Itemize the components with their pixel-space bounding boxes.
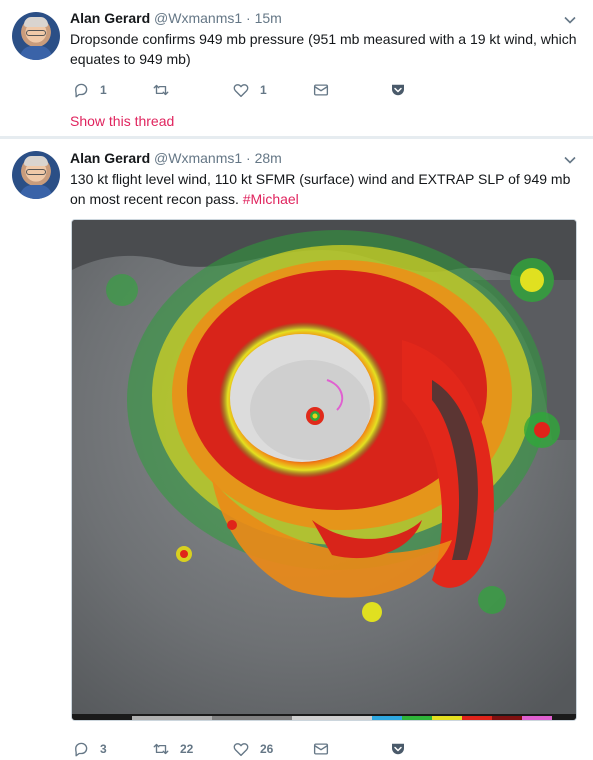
timestamp[interactable]: 28m xyxy=(255,150,282,166)
author-handle[interactable]: @Wxmanms1 xyxy=(154,150,242,166)
author-name[interactable]: Alan Gerard xyxy=(70,10,150,26)
like-icon xyxy=(233,743,249,757)
tweet-header: Alan Gerard @Wxmanms1 · 28m xyxy=(70,148,282,168)
pocket-icon xyxy=(392,743,404,755)
hurricane-satellite-image xyxy=(72,220,576,720)
hashtag-link[interactable]: #Michael xyxy=(243,191,299,207)
direct-message-button[interactable] xyxy=(312,739,340,759)
pocket-button[interactable] xyxy=(389,80,417,100)
like-count: 1 xyxy=(260,83,267,97)
direct-message-icon xyxy=(313,84,329,96)
tweet-actions: 3 22 26 xyxy=(70,739,490,759)
direct-message-icon xyxy=(313,743,329,755)
author-handle[interactable]: @Wxmanms1 xyxy=(154,10,242,26)
tweet-1[interactable]: Alan Gerard @Wxmanms1 · 15m Dropsonde co… xyxy=(0,0,593,137)
like-button[interactable]: 26 xyxy=(232,739,273,759)
retweet-button[interactable] xyxy=(152,80,180,100)
tweet-text: 130 kt flight level wind, 110 kt SFMR (s… xyxy=(70,169,582,209)
author-name[interactable]: Alan Gerard xyxy=(70,150,150,166)
pocket-icon xyxy=(392,84,404,96)
like-count: 26 xyxy=(260,742,274,756)
tweet-text: Dropsonde confirms 949 mb pressure (951 … xyxy=(70,31,577,67)
pocket-button[interactable] xyxy=(389,739,417,759)
reply-icon xyxy=(75,83,88,98)
satellite-image[interactable] xyxy=(71,219,577,721)
reply-button[interactable]: 3 xyxy=(72,739,107,759)
separator-dot: · xyxy=(246,10,251,26)
tweet-text-body: 130 kt flight level wind, 110 kt SFMR (s… xyxy=(70,171,571,207)
retweet-count: 22 xyxy=(180,742,194,756)
tweet-2[interactable]: Alan Gerard @Wxmanms1 · 28m 130 kt fligh… xyxy=(0,139,593,760)
chevron-down-icon[interactable] xyxy=(563,13,577,27)
reply-count: 3 xyxy=(100,742,107,756)
reply-button[interactable]: 1 xyxy=(72,80,107,100)
chevron-down-icon[interactable] xyxy=(563,153,577,167)
retweet-icon xyxy=(153,743,169,755)
timestamp[interactable]: 15m xyxy=(255,10,282,26)
like-icon xyxy=(233,84,249,98)
like-button[interactable]: 1 xyxy=(232,80,267,100)
tweet-header: Alan Gerard @Wxmanms1 · 15m xyxy=(70,8,282,28)
direct-message-button[interactable] xyxy=(312,80,340,100)
separator-dot: · xyxy=(246,150,251,166)
retweet-icon xyxy=(153,84,169,96)
reply-icon xyxy=(75,742,88,757)
tweet-actions: 1 1 xyxy=(70,80,490,100)
avatar[interactable] xyxy=(12,151,60,199)
reply-count: 1 xyxy=(100,83,107,97)
avatar[interactable] xyxy=(12,12,60,60)
retweet-button[interactable]: 22 xyxy=(152,739,193,759)
show-thread-link[interactable]: Show this thread xyxy=(70,112,174,130)
